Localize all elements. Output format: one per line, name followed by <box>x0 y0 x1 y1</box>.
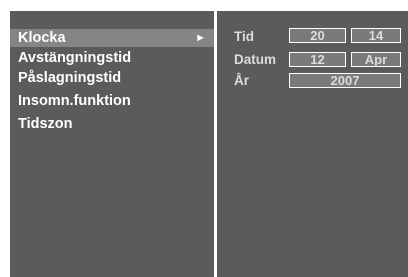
right-arrow-icon: ► <box>195 32 206 44</box>
menu-item-label: Tidszon <box>18 116 73 132</box>
osd-screen: Klocka ► Avstängningstid Påslagningstid … <box>0 0 408 277</box>
clock-settings-panel: Tid 20 14 Datum 12 Apr År 2007 <box>217 11 408 277</box>
menu-item-insomn-funktion[interactable]: Insomn.funktion <box>10 92 214 110</box>
menu-item-paslagningstid[interactable]: Påslagningstid <box>10 69 214 87</box>
menu-item-tidszon[interactable]: Tidszon <box>10 115 214 133</box>
menu-item-label: Klocka <box>18 30 66 46</box>
hour-field[interactable]: 20 <box>289 28 346 43</box>
year-field[interactable]: 2007 <box>289 73 401 88</box>
menu-item-label: Avstängningstid <box>18 50 132 66</box>
menu-item-klocka[interactable]: Klocka ► <box>10 29 214 47</box>
tid-label: Tid <box>234 29 254 44</box>
datum-label: Datum <box>234 52 277 67</box>
minute-field[interactable]: 14 <box>351 28 401 43</box>
menu-item-avstangningstid[interactable]: Avstängningstid <box>10 49 214 67</box>
menu-item-label: Påslagningstid <box>18 70 122 86</box>
month-field[interactable]: Apr <box>351 52 401 67</box>
ar-label: År <box>234 73 250 88</box>
menu-item-label: Insomn.funktion <box>18 93 131 109</box>
day-field[interactable]: 12 <box>289 52 346 67</box>
settings-menu: Klocka ► Avstängningstid Påslagningstid … <box>10 11 214 277</box>
